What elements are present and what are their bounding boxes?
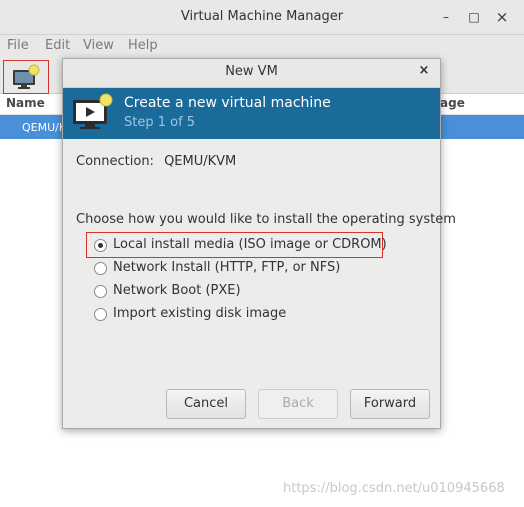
dialog-close-button[interactable]: × [416,63,432,79]
radio-icon[interactable] [94,285,107,298]
close-window-button[interactable]: × [494,9,510,25]
connection-label: Connection: [76,154,154,169]
option-label: Local install media (ISO image or CDROM) [113,237,387,252]
minimize-button[interactable]: – [438,9,454,25]
monitor-icon [73,93,113,129]
cancel-button[interactable]: Cancel [166,389,246,419]
option-label: Network Install (HTTP, FTP, or NFS) [113,260,341,275]
back-button[interactable]: Back [258,389,338,419]
menu-view[interactable]: View [83,38,114,53]
column-name-header[interactable]: Name [6,96,45,110]
connection-value: QEMU/KVM [164,154,237,169]
connection-row-label: QEMU/K [22,121,67,134]
watermark-text: https://blog.csdn.net/u010945668 [283,481,505,496]
install-method-prompt: Choose how you would like to install the… [76,212,456,227]
menubar [0,35,524,57]
connection-line: Connection: QEMU/KVM [76,154,236,169]
banner-step: Step 1 of 5 [124,115,196,130]
banner-title: Create a new virtual machine [124,95,331,111]
new-vm-icon [13,64,40,89]
new-vm-toolbar-button[interactable] [3,60,49,94]
menu-file[interactable]: File [7,38,29,53]
option-label: Import existing disk image [113,306,287,321]
radio-icon[interactable] [94,308,107,321]
dialog-title: New VM [225,64,278,79]
menu-edit[interactable]: Edit [45,38,70,53]
radio-selected-icon[interactable] [94,239,107,252]
radio-icon[interactable] [94,262,107,275]
forward-button[interactable]: Forward [350,389,430,419]
option-label: Network Boot (PXE) [113,283,241,298]
menu-help[interactable]: Help [128,38,158,53]
maximize-button[interactable]: □ [466,9,482,25]
column-usage-header[interactable]: age [440,96,465,110]
